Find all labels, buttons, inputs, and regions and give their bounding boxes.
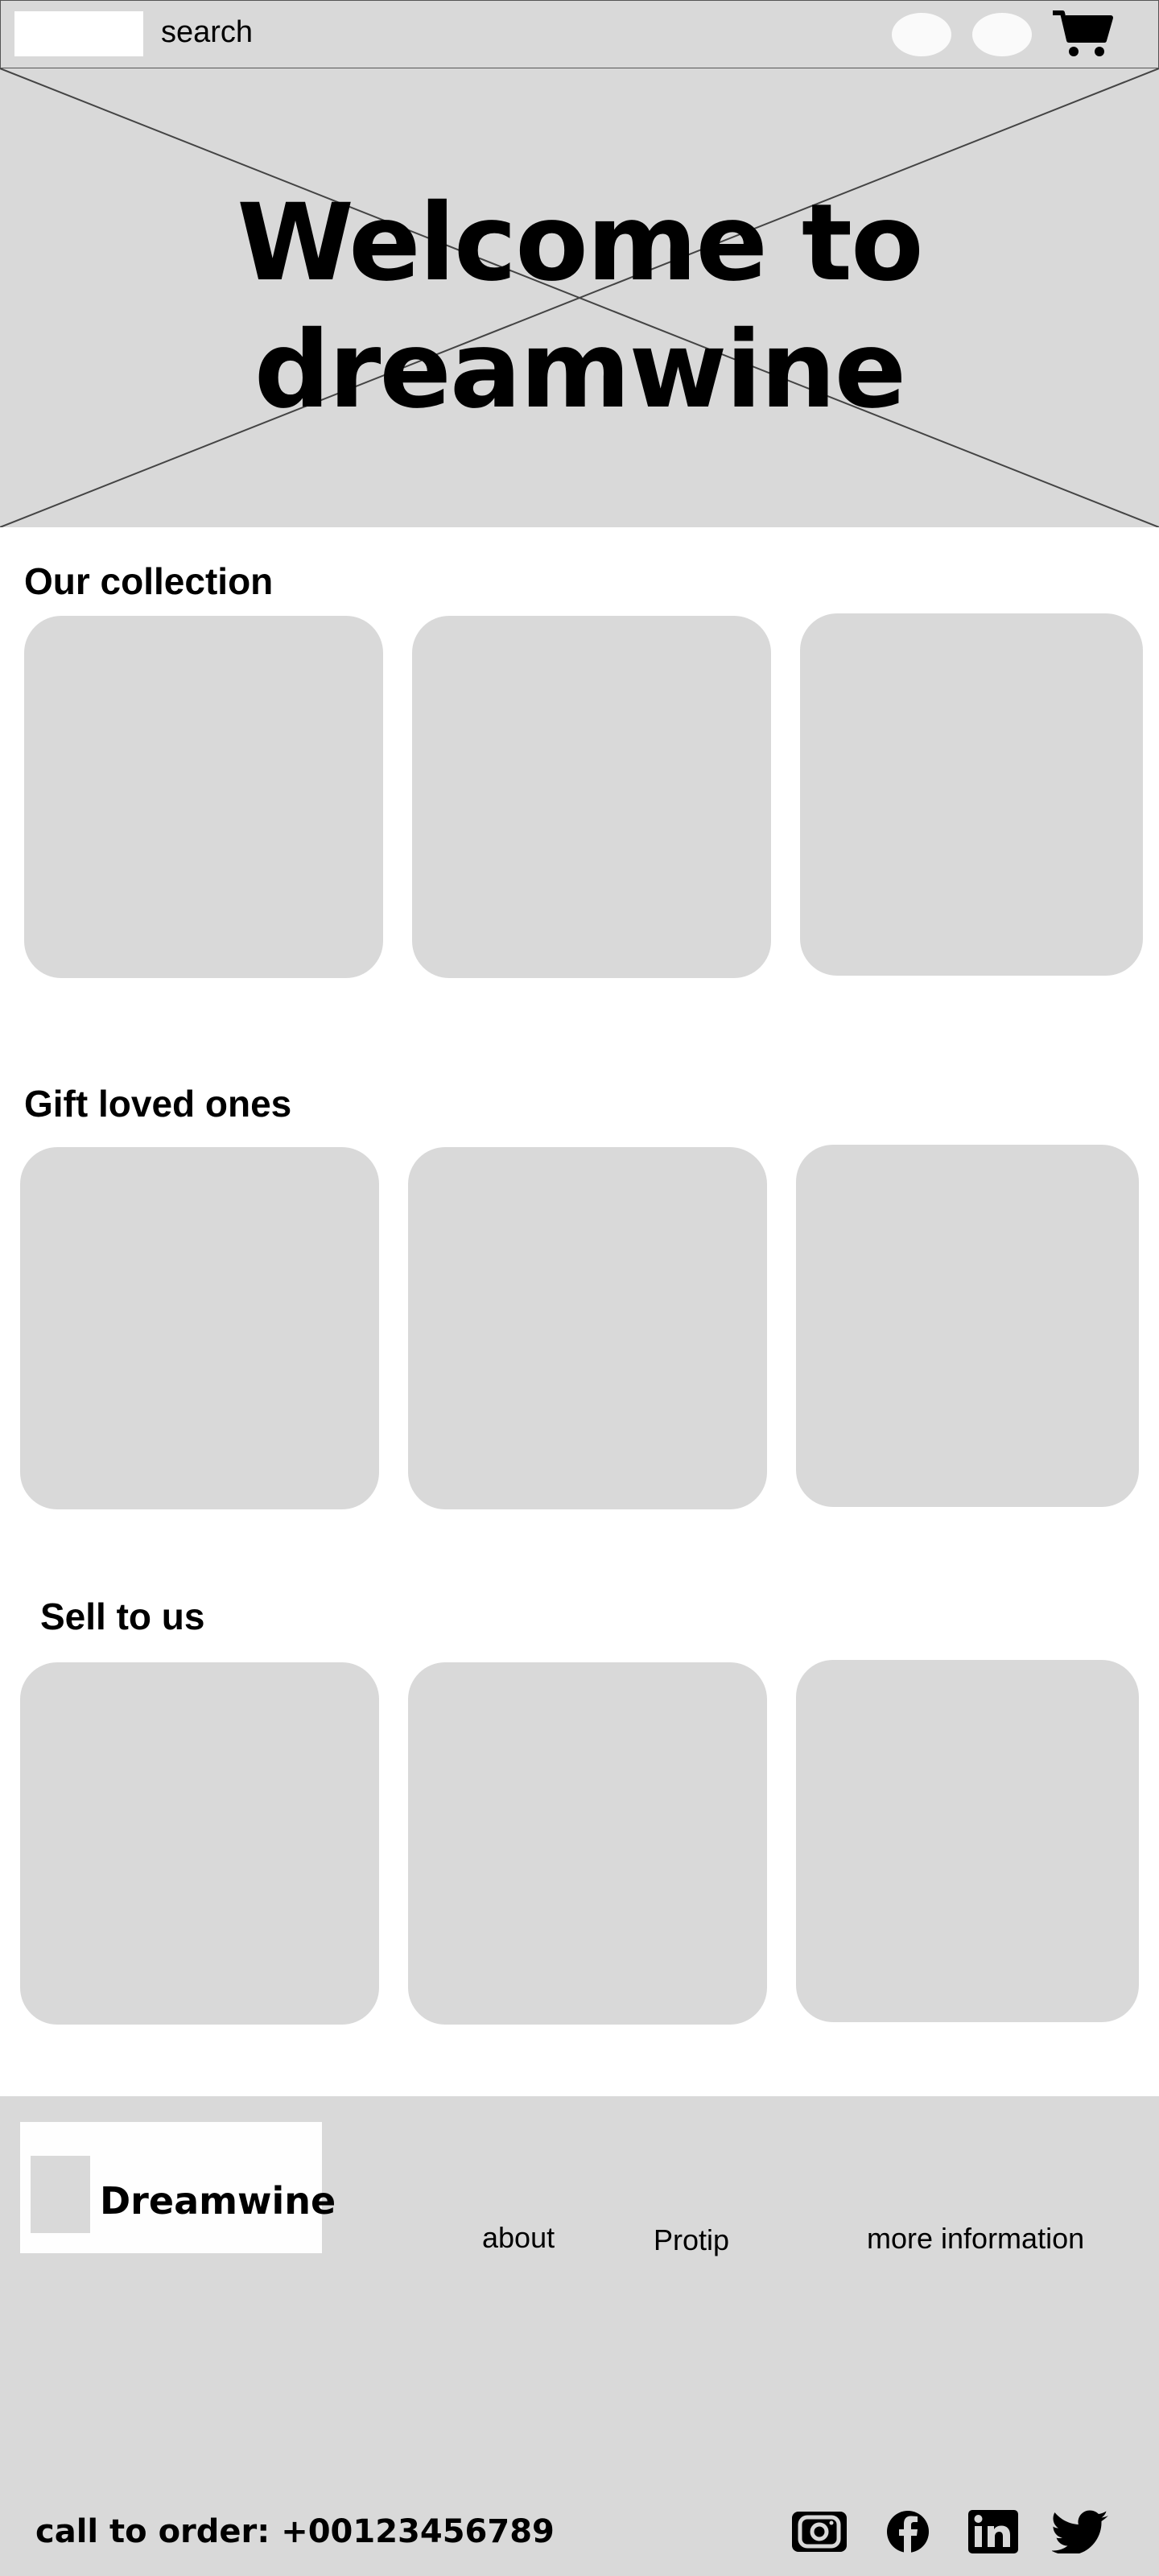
instagram-icon[interactable] [790, 2510, 848, 2553]
footer-brand-name: Dreamwine [100, 2179, 336, 2223]
section-title-gift: Gift loved ones [24, 1083, 292, 1125]
sell-card[interactable] [408, 1662, 767, 2025]
collection-card[interactable] [800, 613, 1143, 976]
gift-card[interactable] [796, 1145, 1139, 1507]
footer-logo-image [31, 2156, 90, 2233]
collection-card[interactable] [24, 616, 383, 978]
footer-link-protip[interactable]: Protip [654, 2223, 729, 2258]
section-title-collection: Our collection [24, 560, 274, 602]
search-input[interactable]: search [161, 11, 253, 53]
sell-card[interactable] [796, 1660, 1139, 2022]
account-button[interactable] [892, 13, 951, 56]
facebook-icon[interactable] [879, 2510, 937, 2553]
hero-banner: Welcome to dreamwine [0, 68, 1159, 527]
collection-card[interactable] [412, 616, 771, 978]
twitter-icon[interactable] [1051, 2510, 1110, 2555]
gift-card[interactable] [20, 1147, 379, 1509]
gift-card[interactable] [408, 1147, 767, 1509]
section-title-sell: Sell to us [40, 1596, 205, 1637]
logo-placeholder[interactable] [14, 11, 143, 56]
cart-icon[interactable] [1051, 8, 1116, 60]
footer-link-about[interactable]: about [482, 2220, 555, 2256]
sell-card[interactable] [20, 1662, 379, 2025]
hero-title-line-1: Welcome to [237, 181, 923, 305]
call-to-order: call to order: +00123456789 [35, 2513, 555, 2550]
wishlist-button[interactable] [972, 13, 1032, 56]
footer-link-more-information[interactable]: more information [867, 2221, 1084, 2256]
hero-title: Welcome to dreamwine [0, 180, 1159, 434]
linkedin-icon[interactable] [963, 2510, 1021, 2553]
hero-title-line-2: dreamwine [254, 308, 906, 432]
